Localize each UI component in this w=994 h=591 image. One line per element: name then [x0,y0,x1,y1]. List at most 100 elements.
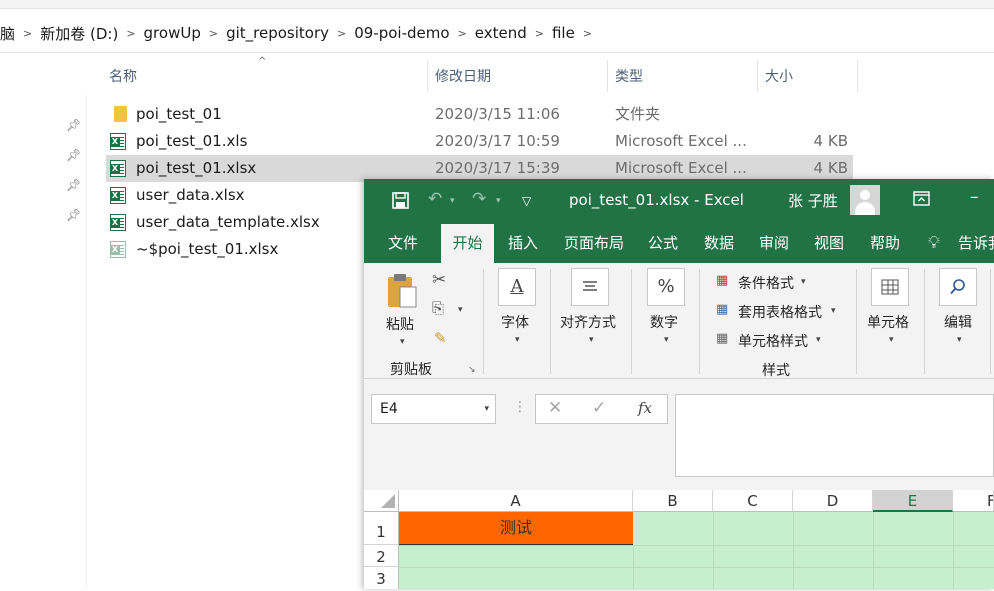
file-row[interactable]: poi_test_01 2020/3/15 11:06 文件夹 [106,101,853,128]
row-header[interactable]: 1 [364,512,399,545]
tab-tell-me[interactable]: 告诉我 [958,224,994,263]
lightbulb-icon[interactable]: 💡︎ [924,224,944,263]
column-divider[interactable] [607,60,608,92]
cell-style-icon: ▦ [716,331,728,346]
cell-style-button[interactable]: 单元格样式 [738,331,808,351]
select-all-button[interactable] [364,490,399,512]
tab-formulas[interactable]: 公式 [644,224,682,263]
pin-icon[interactable]: 📌︎ [66,178,80,192]
undo-icon[interactable]: ↶ [428,189,442,209]
breadcrumb-item[interactable]: extend [469,24,533,42]
avatar[interactable] [850,185,880,215]
font-button[interactable]: 字体 [501,312,529,332]
alignment-button[interactable]: 对齐方式 [560,312,616,332]
table-format-button[interactable]: 套用表格格式 [738,302,822,322]
tab-data[interactable]: 数据 [700,224,738,263]
percent-icon: % [647,268,685,306]
chevron-down-icon[interactable]: ▾ [816,335,821,345]
chevron-down-icon[interactable]: ▾ [957,335,962,345]
pin-icon[interactable]: 📌︎ [66,148,80,162]
row-header[interactable]: 3 [364,567,399,589]
column-header[interactable]: D [793,490,873,512]
breadcrumb: 脑> 新加卷 (D:)> growUp> git_repository> 09-… [0,18,994,48]
format-painter-icon[interactable]: ✎ [434,329,447,347]
column-divider[interactable] [427,60,428,92]
chevron-down-icon[interactable]: ▾ [889,335,894,345]
column-header[interactable]: A [399,490,633,512]
file-name: poi_test_01.xlsx [136,155,256,182]
chevron-down-icon[interactable]: ▾ [458,305,463,315]
navigation-pane-border [86,95,87,589]
file-row-selected[interactable]: X poi_test_01.xlsx 2020/3/17 15:39 Micro… [106,155,853,182]
chevron-down-icon[interactable]: ▾ [589,335,594,345]
breadcrumb-item[interactable]: growUp [138,24,207,42]
save-icon[interactable] [392,192,409,214]
column-header[interactable]: B [633,490,713,512]
minimize-icon[interactable]: – [970,187,979,207]
explorer-toolbar-strip [0,0,994,9]
undo-dropdown-icon[interactable]: ▾ [450,196,455,206]
column-header-name[interactable]: 名称 [109,62,419,92]
ribbon-display-options-icon[interactable] [913,191,930,211]
cancel-icon[interactable]: ✕ [548,398,562,418]
file-row[interactable]: X user_data_template.xlsx [106,209,356,236]
formula-input[interactable] [675,394,994,477]
copy-icon[interactable]: ⎘ [432,299,444,317]
breadcrumb-item[interactable]: 脑 [0,23,21,44]
chevron-down-icon[interactable]: ▾ [801,277,806,287]
column-header[interactable]: F [953,490,994,512]
tab-home[interactable]: 开始 [441,224,494,263]
edit-button[interactable]: 编辑 [944,312,972,332]
redo-icon[interactable]: ↷ [472,189,486,209]
pin-icon[interactable]: 📌︎ [66,118,80,132]
search-icon [939,268,977,306]
column-header-type[interactable]: 类型 [615,62,750,92]
breadcrumb-item[interactable]: 09-poi-demo [348,24,455,42]
breadcrumb-item[interactable]: git_repository [220,24,335,42]
paste-button[interactable]: 粘贴 [386,314,414,334]
chevron-down-icon[interactable]: ▾ [515,335,520,345]
user-name[interactable]: 张 子胜 [788,190,838,211]
chevron-right-icon: > [456,27,469,40]
cell-a1[interactable]: 测试 [399,512,633,545]
redo-dropdown-icon[interactable]: ▾ [496,196,501,206]
pin-icon[interactable]: 📌︎ [66,208,80,222]
clipboard-paste-icon[interactable] [386,273,418,309]
gridline [953,512,954,589]
alignment-icon [571,268,609,306]
tab-insert[interactable]: 插入 [504,224,542,263]
cells-button[interactable]: 单元格 [867,312,909,332]
divider [0,52,994,53]
file-row[interactable]: X poi_test_01.xls 2020/3/17 10:59 Micros… [106,128,853,155]
number-button[interactable]: 数字 [650,312,678,332]
tab-file[interactable]: 文件 [382,224,424,263]
chevron-down-icon[interactable]: ▾ [484,395,489,423]
customize-toolbar-icon[interactable]: ▽ [522,194,531,208]
cut-icon[interactable]: ✂ [432,270,446,290]
column-header-size[interactable]: 大小 [765,62,850,92]
dialog-launcher-icon[interactable]: ↘ [468,365,476,375]
chevron-down-icon[interactable]: ▾ [664,335,669,345]
conditional-format-button[interactable]: 条件格式 [738,273,794,293]
tab-view[interactable]: 视图 [810,224,848,263]
column-header-date[interactable]: 修改日期 [435,62,600,92]
more-icon: ⋮ [513,399,527,415]
insert-function-icon[interactable]: fx [638,399,652,417]
column-header[interactable]: C [713,490,793,512]
file-row[interactable]: X ~$poi_test_01.xlsx [106,236,356,263]
file-row[interactable]: X user_data.xlsx [106,182,356,209]
column-divider[interactable] [857,60,858,92]
tab-review[interactable]: 审阅 [755,224,793,263]
column-divider[interactable] [757,60,758,92]
tab-page-layout[interactable]: 页面布局 [560,224,628,263]
formula-buttons: ✕ ✓ fx [535,394,668,424]
breadcrumb-item[interactable]: file [546,24,581,42]
row-header[interactable]: 2 [364,545,399,567]
breadcrumb-item[interactable]: 新加卷 (D:) [34,23,124,44]
tab-help[interactable]: 帮助 [866,224,904,263]
chevron-down-icon[interactable]: ▾ [400,337,405,347]
enter-icon[interactable]: ✓ [592,398,606,418]
chevron-down-icon[interactable]: ▾ [831,306,836,316]
name-box[interactable]: E4▾ [371,394,496,424]
column-header-selected[interactable]: E [873,490,953,512]
